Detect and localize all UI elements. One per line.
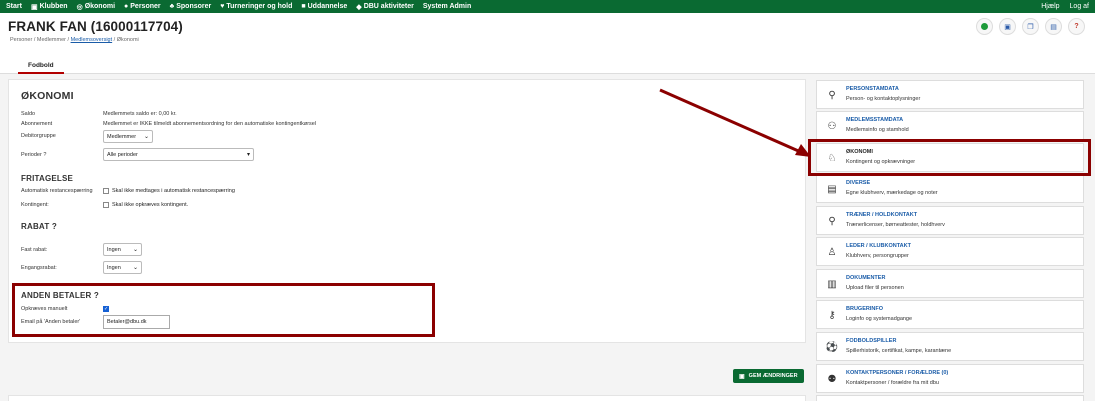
engangsrabat-label: Engangsrabat: [21, 265, 57, 271]
sidebar-item-more[interactable] [816, 395, 1084, 401]
help-mark-icon: ? [43, 152, 47, 158]
restance-label: Automatisk restancespærring [21, 188, 93, 194]
nav-dbu-aktiviteter[interactable]: ◆ DBU aktiviteter [356, 3, 414, 11]
help-icon[interactable]: ? [1068, 18, 1085, 35]
nav-system-admin[interactable]: System Admin [423, 3, 471, 10]
sidebar-item-kontaktpersoner[interactable]: ⚉ KONTAKTPERSONER / FORÆLDRE (0) Kontakt… [816, 364, 1084, 393]
coach-icon: ⚲ [828, 215, 836, 227]
perioder-select[interactable]: Alle perioder ▾ [103, 148, 254, 161]
nav-uddannelse[interactable]: ■ Uddannelse [301, 3, 347, 10]
engangsrabat-select[interactable]: Ingen ⌄ [103, 261, 142, 274]
nav-okonomi[interactable]: ◎ Økonomi [77, 3, 115, 11]
okonomi-heading: ØKONOMI [21, 90, 74, 102]
help-mark-icon: ? [51, 222, 57, 231]
sidebar-item-medlemsstamdata[interactable]: ⚇ MEDLEMSSTAMDATA Medlemsinfo og stamhol… [816, 111, 1084, 140]
nav-help[interactable]: Hjælp [1041, 3, 1059, 10]
nav-klubben[interactable]: ▣ Klubben [31, 3, 68, 11]
breadcrumb-current: Økonomi [116, 37, 139, 43]
saldo-value: Medlemmets saldo er: 0,00 kr. [103, 111, 177, 117]
copy-icon[interactable]: ❐ [1022, 18, 1039, 35]
sidebar-item-traener[interactable]: ⚲ TRÆNER / HOLDKONTAKT Trænerlicenser, b… [816, 206, 1084, 235]
person-icon: ⚲ [828, 89, 836, 101]
archive-icon: ▤ [827, 183, 837, 195]
checkbox-box[interactable] [103, 188, 109, 194]
highlight-anden-betaler [12, 283, 435, 337]
sidebar-item-fodboldspiller[interactable]: ⚽ FODBOLDSPILLER Spillerhistorik, certif… [816, 332, 1084, 361]
leader-icon: ♙ [827, 246, 837, 258]
graduation-icon: ■ [301, 3, 306, 10]
nav-logout[interactable]: Log af [1070, 3, 1089, 10]
debitorgruppe-label: Debitorgruppe [21, 133, 56, 139]
nav-sponsorer[interactable]: ♣ Sponsorer [170, 3, 212, 10]
chevron-down-icon: ⌄ [143, 134, 149, 140]
sponsor-icon: ♣ [169, 3, 175, 10]
tab-fodbold[interactable]: Fodbold [18, 60, 64, 74]
highlight-okonomi-card [808, 139, 1091, 176]
perioder-label: Perioder ? [21, 152, 47, 158]
green-circle-icon[interactable] [976, 18, 993, 35]
person-icon: ● [124, 3, 129, 10]
sidebar-item-dokumenter[interactable]: ▥ DOKUMENTER Upload filer til personen [816, 269, 1084, 298]
chevron-down-icon: ⌄ [132, 265, 138, 271]
abonnement-label: Abonnement [21, 121, 53, 127]
nav-personer[interactable]: ● Personer [124, 3, 161, 10]
breadcrumb-medlemsoversigt[interactable]: Medlemsoversigt [71, 37, 113, 43]
page-title: FRANK FAN (16000117704) [8, 19, 183, 34]
chevron-down-icon: ⌄ [132, 247, 138, 253]
sidebar-item-personstamdata[interactable]: ⚲ PERSONSTAMDATA Person- og kontaktoplys… [816, 80, 1084, 109]
page-header: FRANK FAN (16000117704) Personer / Medle… [0, 13, 1095, 60]
fritagelse-heading: FRITAGELSE [21, 174, 74, 183]
caret-down-icon: ▾ [246, 152, 250, 158]
save-icon: ▣ [739, 373, 745, 380]
tab-bar: Fodbold [0, 60, 1095, 74]
pointer-arrow [659, 88, 811, 157]
documents-icon: ▥ [827, 278, 837, 290]
building-icon: ▣ [30, 3, 38, 11]
save-button[interactable]: ▣ GEM ÆNDRINGER [733, 369, 804, 383]
fast-rabat-label: Fast rabat: [21, 247, 48, 253]
kontingent-checkbox[interactable]: Skal ikke opkræves kontingent. [103, 202, 188, 208]
breadcrumb-personer[interactable]: Personer [10, 37, 32, 43]
restance-checkbox[interactable]: Skal ikke medtages i automatisk restance… [103, 188, 235, 194]
kontingent-label: Kontingent: [21, 202, 49, 208]
fast-rabat-select[interactable]: Ingen ⌄ [103, 243, 142, 256]
breadcrumb-medlemmer[interactable]: Medlemmer [37, 37, 66, 43]
nav-turneringer[interactable]: ♥ Turneringer og hold [220, 3, 292, 10]
checkbox-box[interactable] [103, 202, 109, 208]
key-icon: ⚷ [828, 309, 836, 321]
nav-start[interactable]: Start [6, 3, 22, 10]
breadcrumb: Personer / Medlemmer / Medlemsoversigt /… [10, 37, 139, 43]
save-icon[interactable]: ▣ [999, 18, 1016, 35]
group-icon: ⚇ [827, 120, 837, 132]
family-icon: ⚉ [827, 373, 837, 385]
document-icon[interactable]: ▤ [1045, 18, 1062, 35]
debitorgruppe-select[interactable]: Medlemmer ⌄ [103, 130, 153, 143]
top-navigation: Start ▣ Klubben ◎ Økonomi ● Personer ♣ Spons… [0, 0, 1095, 13]
trophy-icon: ♥ [220, 3, 225, 10]
sidebar-item-diverse[interactable]: ▤ DIVERSE Egne klubhverv, mærkedage og n… [816, 174, 1084, 203]
saldo-label: Saldo [21, 111, 36, 117]
coin-icon: ◎ [76, 3, 83, 11]
sidebar-item-leder[interactable]: ♙ LEDER / KLUBKONTAKT Klubhverv, persong… [816, 237, 1084, 266]
abonnement-value: Medlemmet er IKKE tilmeldt abonnementsor… [103, 121, 317, 127]
bottom-panel [8, 395, 806, 401]
rabat-heading: RABAT ? [21, 222, 57, 231]
sidebar-item-brugerinfo[interactable]: ⚷ BRUGERINFO Loginfo og systemadgange [816, 300, 1084, 329]
dbu-icon: ◆ [356, 3, 362, 11]
player-icon: ⚽ [825, 341, 839, 353]
